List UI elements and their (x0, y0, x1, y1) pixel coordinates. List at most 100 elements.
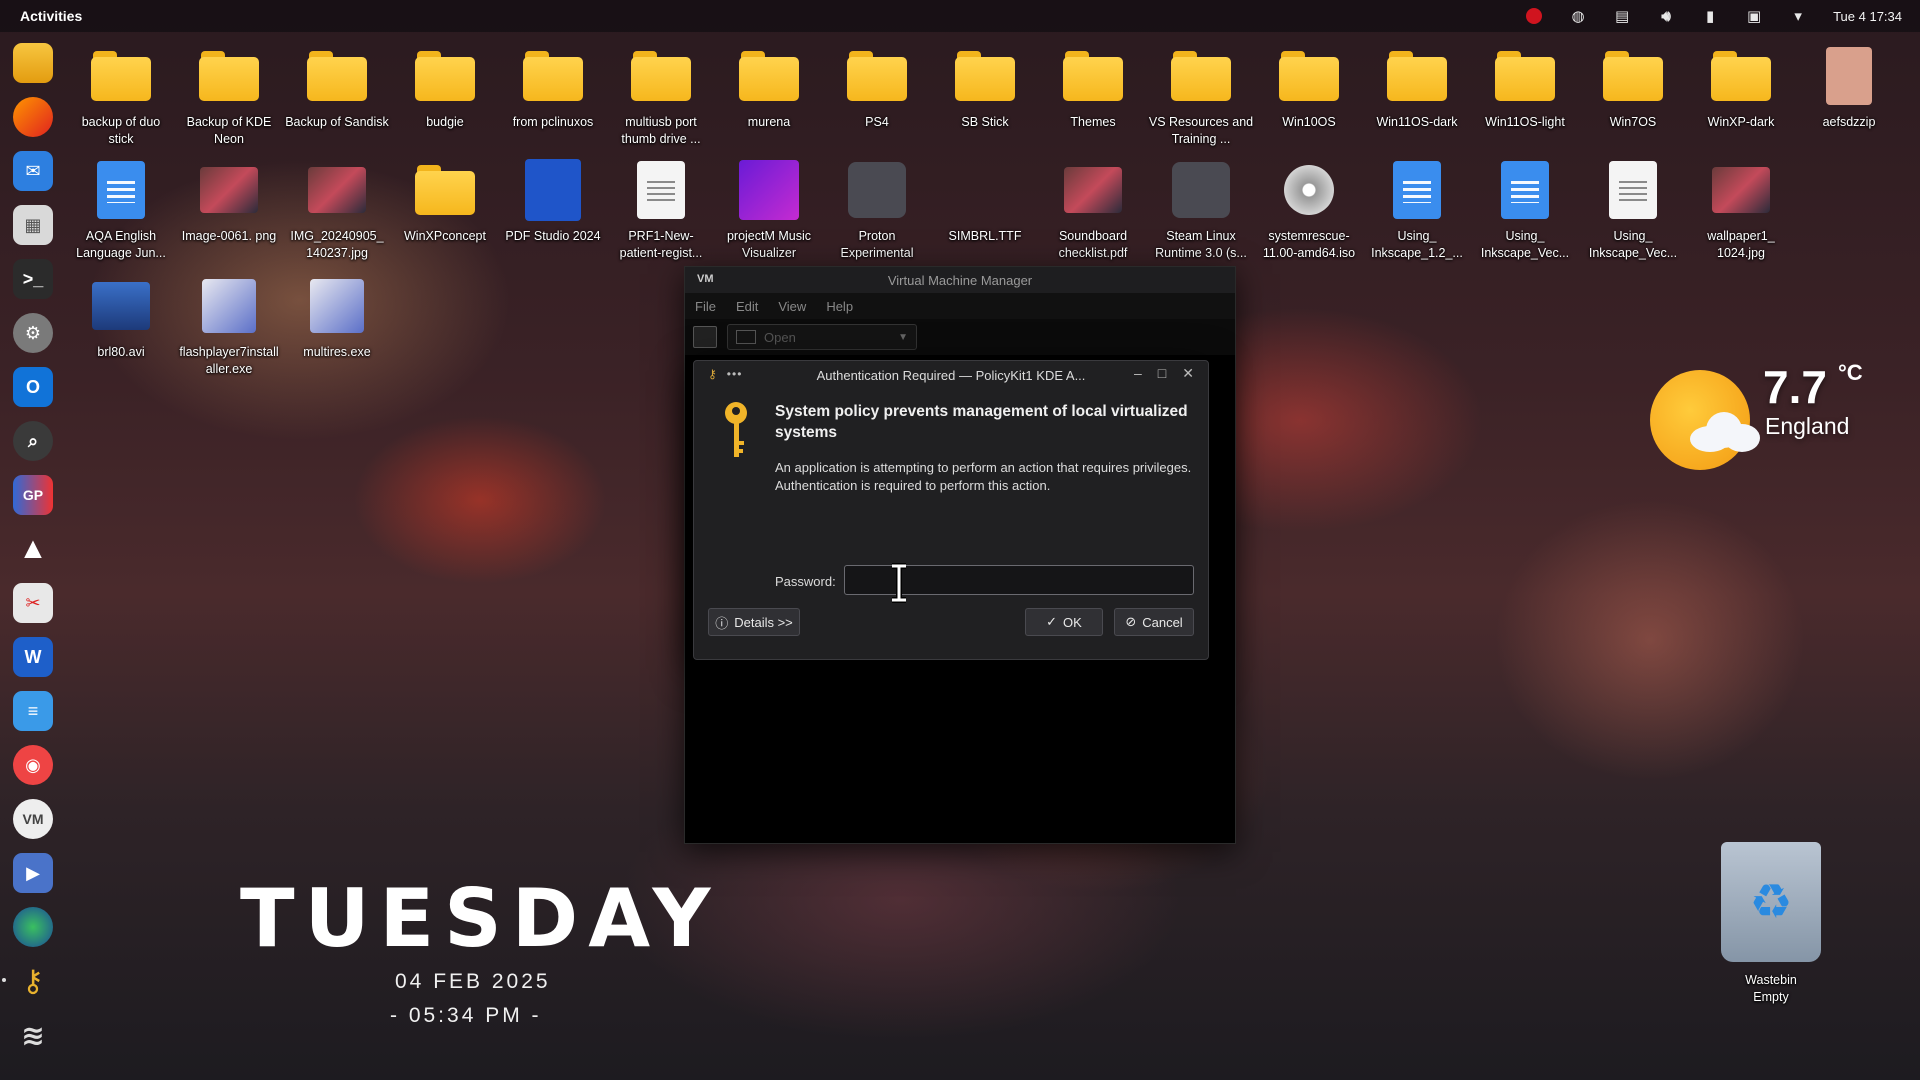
dock-settings[interactable]: ⚙ (10, 312, 56, 354)
wastebin-status: Empty (1753, 990, 1789, 1004)
desktop-icon[interactable]: Using_ Inkscape_1.2_... (1364, 158, 1470, 262)
dock-disks[interactable]: ◉ (10, 744, 56, 786)
desktop-icon[interactable]: WinXPconcept (392, 158, 498, 245)
menu-file[interactable]: File (695, 299, 716, 314)
dock-browser[interactable] (10, 906, 56, 948)
dock-search[interactable]: ⌕ (10, 420, 56, 462)
desktop-icon[interactable]: Backup of Sandisk (284, 44, 390, 131)
desktop-icon[interactable]: brl80.avi (68, 274, 174, 361)
close-icon[interactable]: ✕ (1182, 365, 1194, 382)
vpn-icon[interactable]: ◍ (1569, 7, 1587, 25)
desktop-icon[interactable]: SB Stick (932, 44, 1038, 131)
menu-view[interactable]: View (778, 299, 806, 314)
desktop-icon[interactable]: wallpaper1_ 1024.jpg (1688, 158, 1794, 262)
video-icon (92, 282, 150, 330)
desktop-icon[interactable]: multiusb port thumb drive ... (608, 44, 714, 148)
desktop-icon[interactable]: projectM Music Visualizer (716, 158, 822, 262)
more-options-icon[interactable]: ••• (727, 367, 743, 381)
desktop-icon[interactable]: Proton Experimental (824, 158, 930, 262)
settings-icon: ⚙ (13, 313, 53, 353)
clock[interactable]: Tue 4 17:34 (1833, 9, 1902, 24)
dock-inkscape[interactable]: ▲ (10, 528, 56, 570)
desktop-icon[interactable]: multires.exe (284, 274, 390, 361)
open-button[interactable]: Open ▼ (727, 324, 917, 350)
usb-icon[interactable]: ▮ (1701, 7, 1719, 25)
details-button[interactable]: ⓘ Details >> (708, 608, 800, 636)
record-indicator-icon[interactable] (1525, 7, 1543, 25)
dock-terminal[interactable]: >_ (10, 258, 56, 300)
auth-heading: System policy prevents management of loc… (775, 403, 1188, 441)
desktop-icon[interactable]: Win7OS (1580, 44, 1686, 131)
desktop-icon[interactable]: PS4 (824, 44, 930, 131)
dock-document-viewer[interactable]: ≡ (10, 690, 56, 732)
desktop-icon-image (413, 158, 477, 222)
desktop-icon[interactable]: backup of duo stick (68, 44, 174, 148)
menu-edit[interactable]: Edit (736, 299, 758, 314)
desktop-icon[interactable]: VS Resources and Training ... (1148, 44, 1254, 148)
dock-gparted[interactable]: GP (10, 474, 56, 516)
dock-vmm[interactable]: VM (10, 798, 56, 840)
dock-keyring[interactable]: ⚷ (2, 960, 56, 1002)
desktop-icon[interactable]: PRF1-New- patient-regist... (608, 158, 714, 262)
folder-icon (199, 51, 259, 101)
chevron-down-icon[interactable]: ▼ (898, 332, 908, 343)
cloud-icon (1690, 412, 1760, 452)
minimize-icon[interactable]: – (1134, 365, 1142, 382)
auth-dialog[interactable]: ⚷ ••• Authentication Required — PolicyKi… (693, 360, 1209, 660)
desktop-icon-label: Themes (1070, 115, 1116, 129)
desktop-icon[interactable]: Win11OS-light (1472, 44, 1578, 131)
desktop-icon[interactable]: Backup of KDE Neon (176, 44, 282, 148)
desktop-icon-label: Win7OS (1609, 115, 1657, 129)
steam-icon (1172, 162, 1230, 218)
dock-media-player[interactable]: ▶ (10, 852, 56, 894)
dock-screenshot[interactable]: ✂ (10, 582, 56, 624)
dock-app-grid[interactable]: ▦ (10, 204, 56, 246)
activities-button[interactable]: Activities (20, 8, 82, 24)
desktop-icon-label: Win11OS-light (1485, 115, 1565, 129)
desktop-icon[interactable]: Using_ Inkscape_Vec... (1472, 158, 1578, 262)
dock-outlook[interactable]: O (10, 366, 56, 408)
dock-zorin[interactable]: ≋ (10, 1014, 56, 1056)
desktop-icon-label: aefsdzzip (1822, 115, 1876, 129)
display-icon[interactable]: ▣ (1745, 7, 1763, 25)
volume-icon[interactable]: 🔊︎ (1657, 7, 1675, 25)
desktop-icon[interactable]: SIMBRL.TTF (932, 158, 1038, 245)
ok-button[interactable]: ✓ OK (1025, 608, 1103, 636)
desktop-icon[interactable]: Soundboard checklist.pdf (1040, 158, 1146, 262)
desktop-icon[interactable]: IMG_20240905_ 140237.jpg (284, 158, 390, 262)
desktop-icon[interactable]: AQA English Language Jun... (68, 158, 174, 262)
desktop-icon[interactable]: PDF Studio 2024 (500, 158, 606, 245)
desktop-icon[interactable]: Image-0061. png (176, 158, 282, 245)
desktop-icon[interactable]: Using_ Inkscape_Vec... (1580, 158, 1686, 262)
desktop-icon[interactable]: Steam Linux Runtime 3.0 (s... (1148, 158, 1254, 262)
auth-titlebar[interactable]: ⚷ ••• Authentication Required — PolicyKi… (694, 361, 1208, 389)
maximize-icon[interactable]: □ (1158, 365, 1166, 382)
desktop-icon[interactable]: murena (716, 44, 822, 131)
dock-mail[interactable]: ✉ (10, 150, 56, 192)
menu-help[interactable]: Help (826, 299, 853, 314)
clipboard-icon[interactable]: ▤ (1613, 7, 1631, 25)
desktop-icon[interactable]: aefsdzzip (1796, 44, 1902, 131)
desktop-icon[interactable]: Themes (1040, 44, 1146, 131)
desktop-icon[interactable]: flashplayer7install aller.exe (176, 274, 282, 378)
vmm-titlebar[interactable]: VM Virtual Machine Manager (685, 267, 1235, 293)
cancel-button[interactable]: ⊘ Cancel (1114, 608, 1194, 636)
desktop-icon[interactable]: from pclinuxos (500, 44, 606, 131)
desktop-icon[interactable]: WinXP-dark (1688, 44, 1794, 131)
outlook-icon: O (13, 367, 53, 407)
desktop-icon[interactable]: Win11OS-dark (1364, 44, 1470, 131)
desktop-icon-label: VS Resources and Training ... (1148, 115, 1254, 146)
wastebin[interactable]: ♻ Wastebin Empty (1718, 842, 1824, 1006)
running-indicator (2, 978, 6, 982)
dock-word[interactable]: W (10, 636, 56, 678)
new-vm-button[interactable] (693, 326, 717, 348)
dock-files[interactable] (10, 42, 56, 84)
word-icon: W (13, 637, 53, 677)
dock-firefox[interactable] (10, 96, 56, 138)
desktop-icon[interactable]: Win10OS (1256, 44, 1362, 131)
desktop-icon[interactable]: systemrescue- 11.00-amd64.iso (1256, 158, 1362, 262)
desktop-icon-image (629, 158, 693, 222)
firefox-icon (13, 97, 53, 137)
dropdown-icon[interactable]: ▾ (1789, 7, 1807, 25)
desktop-icon[interactable]: budgie (392, 44, 498, 131)
